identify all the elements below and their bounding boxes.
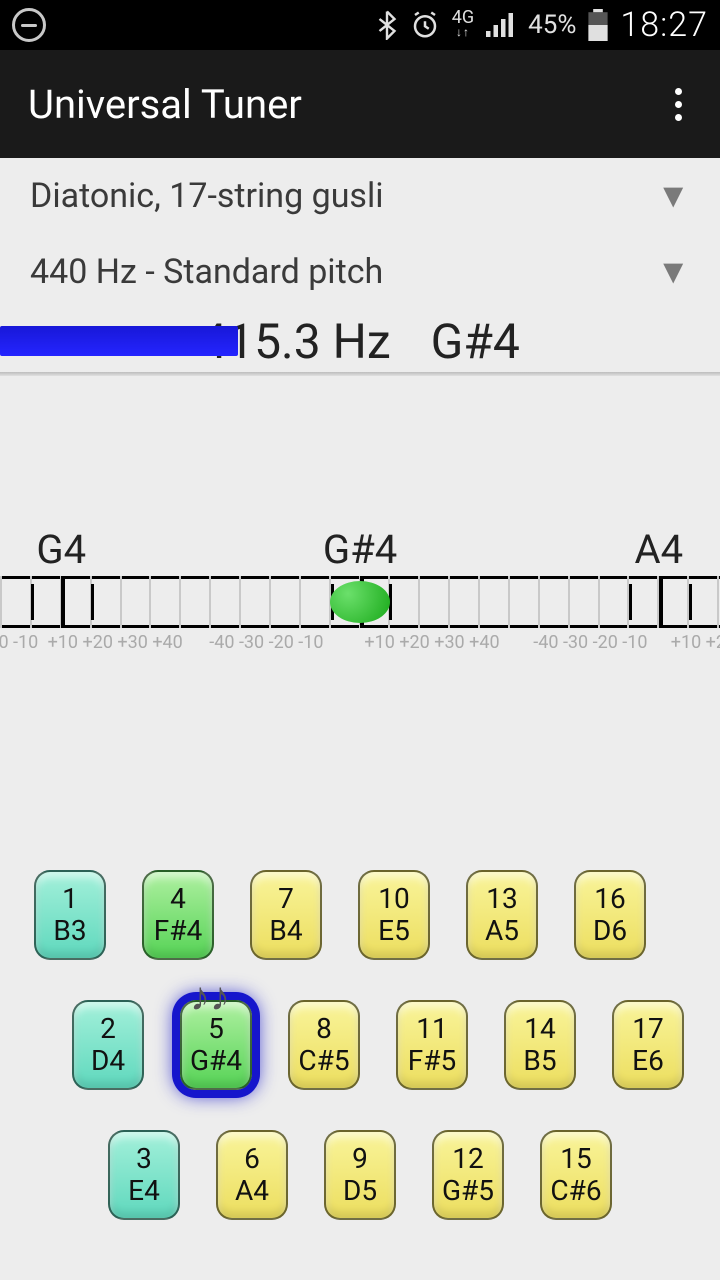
cent-label: -40 -30 -20 -10 [533, 632, 647, 653]
divider [0, 372, 720, 376]
string-pad-9[interactable]: 9D5 [324, 1130, 396, 1220]
string-pad-4[interactable]: 4F#4 [142, 870, 214, 960]
tuning-dropdown-label: Diatonic, 17-string gusli [30, 176, 384, 216]
string-pad-15[interactable]: 15C#6 [540, 1130, 612, 1220]
chevron-down-icon: ▼ [656, 252, 690, 292]
string-pad-12[interactable]: 12G#5 [432, 1130, 504, 1220]
detected-note: G#4 [431, 313, 520, 370]
app-title: Universal Tuner [28, 81, 302, 128]
overflow-menu-button[interactable] [665, 78, 692, 131]
status-bar: 4G↓↑ 45% 18:27 [0, 0, 720, 50]
clock: 18:27 [620, 5, 708, 45]
pitch-ref-dropdown[interactable]: 440 Hz - Standard pitch ▼ [0, 234, 720, 310]
network-type: 4G↓↑ [452, 11, 474, 39]
string-pad-7[interactable]: 7B4 [250, 870, 322, 960]
string-grid: 1B3 4F#4 7B4 10E5 13A5 16D6 2D4 5G#4♪♪ 8C#5 11F#… [0, 870, 720, 1260]
music-note-icon: ♪♪ [190, 981, 230, 1013]
app-bar: Universal Tuner [0, 50, 720, 158]
cent-label: +10 +20 +30 +40 [48, 632, 183, 653]
pitch-indicator [330, 581, 390, 623]
bluetooth-icon [376, 10, 398, 40]
string-pad-1[interactable]: 1B3 [34, 870, 106, 960]
string-pad-5[interactable]: 5G#4♪♪ [180, 1000, 252, 1090]
string-pad-14[interactable]: 14B5 [504, 1000, 576, 1090]
battery-percent: 45% [528, 10, 576, 40]
string-pad-13[interactable]: 13A5 [466, 870, 538, 960]
string-pad-3[interactable]: 3E4 [108, 1130, 180, 1220]
string-pad-11[interactable]: 11F#5 [396, 1000, 468, 1090]
string-pad-2[interactable]: 2D4 [72, 1000, 144, 1090]
battery-icon [588, 9, 608, 41]
string-pad-17[interactable]: 17E6 [612, 1000, 684, 1090]
cent-label: -20 -10 [0, 632, 38, 653]
scale-note-left: G4 [36, 526, 86, 573]
volume-bar [0, 326, 238, 356]
chevron-down-icon: ▼ [656, 176, 690, 216]
scale-note-center: G#4 [323, 526, 397, 573]
frequency-readout: 415.3 Hz G#4 [0, 310, 720, 372]
alarm-icon [410, 10, 440, 40]
scale-note-right: A4 [635, 526, 684, 573]
tuning-dropdown[interactable]: Diatonic, 17-string gusli ▼ [0, 158, 720, 234]
string-pad-8[interactable]: 8C#5 [288, 1000, 360, 1090]
cent-label: -40 -30 -20 -10 [209, 632, 323, 653]
pitch-ref-dropdown-label: 440 Hz - Standard pitch [30, 252, 383, 292]
do-not-disturb-icon [12, 8, 46, 42]
signal-icon [486, 12, 516, 38]
string-pad-6[interactable]: 6A4 [216, 1130, 288, 1220]
string-pad-16[interactable]: 16D6 [574, 870, 646, 960]
pitch-scale: G4 G#4 A4 -20 -10 +10 +20 +30 +40 -40 -30 … [0, 526, 720, 826]
cent-label: +10 +20 +30 +40 [364, 632, 499, 653]
cent-label: +10 +2 [671, 632, 720, 653]
string-pad-10[interactable]: 10E5 [358, 870, 430, 960]
